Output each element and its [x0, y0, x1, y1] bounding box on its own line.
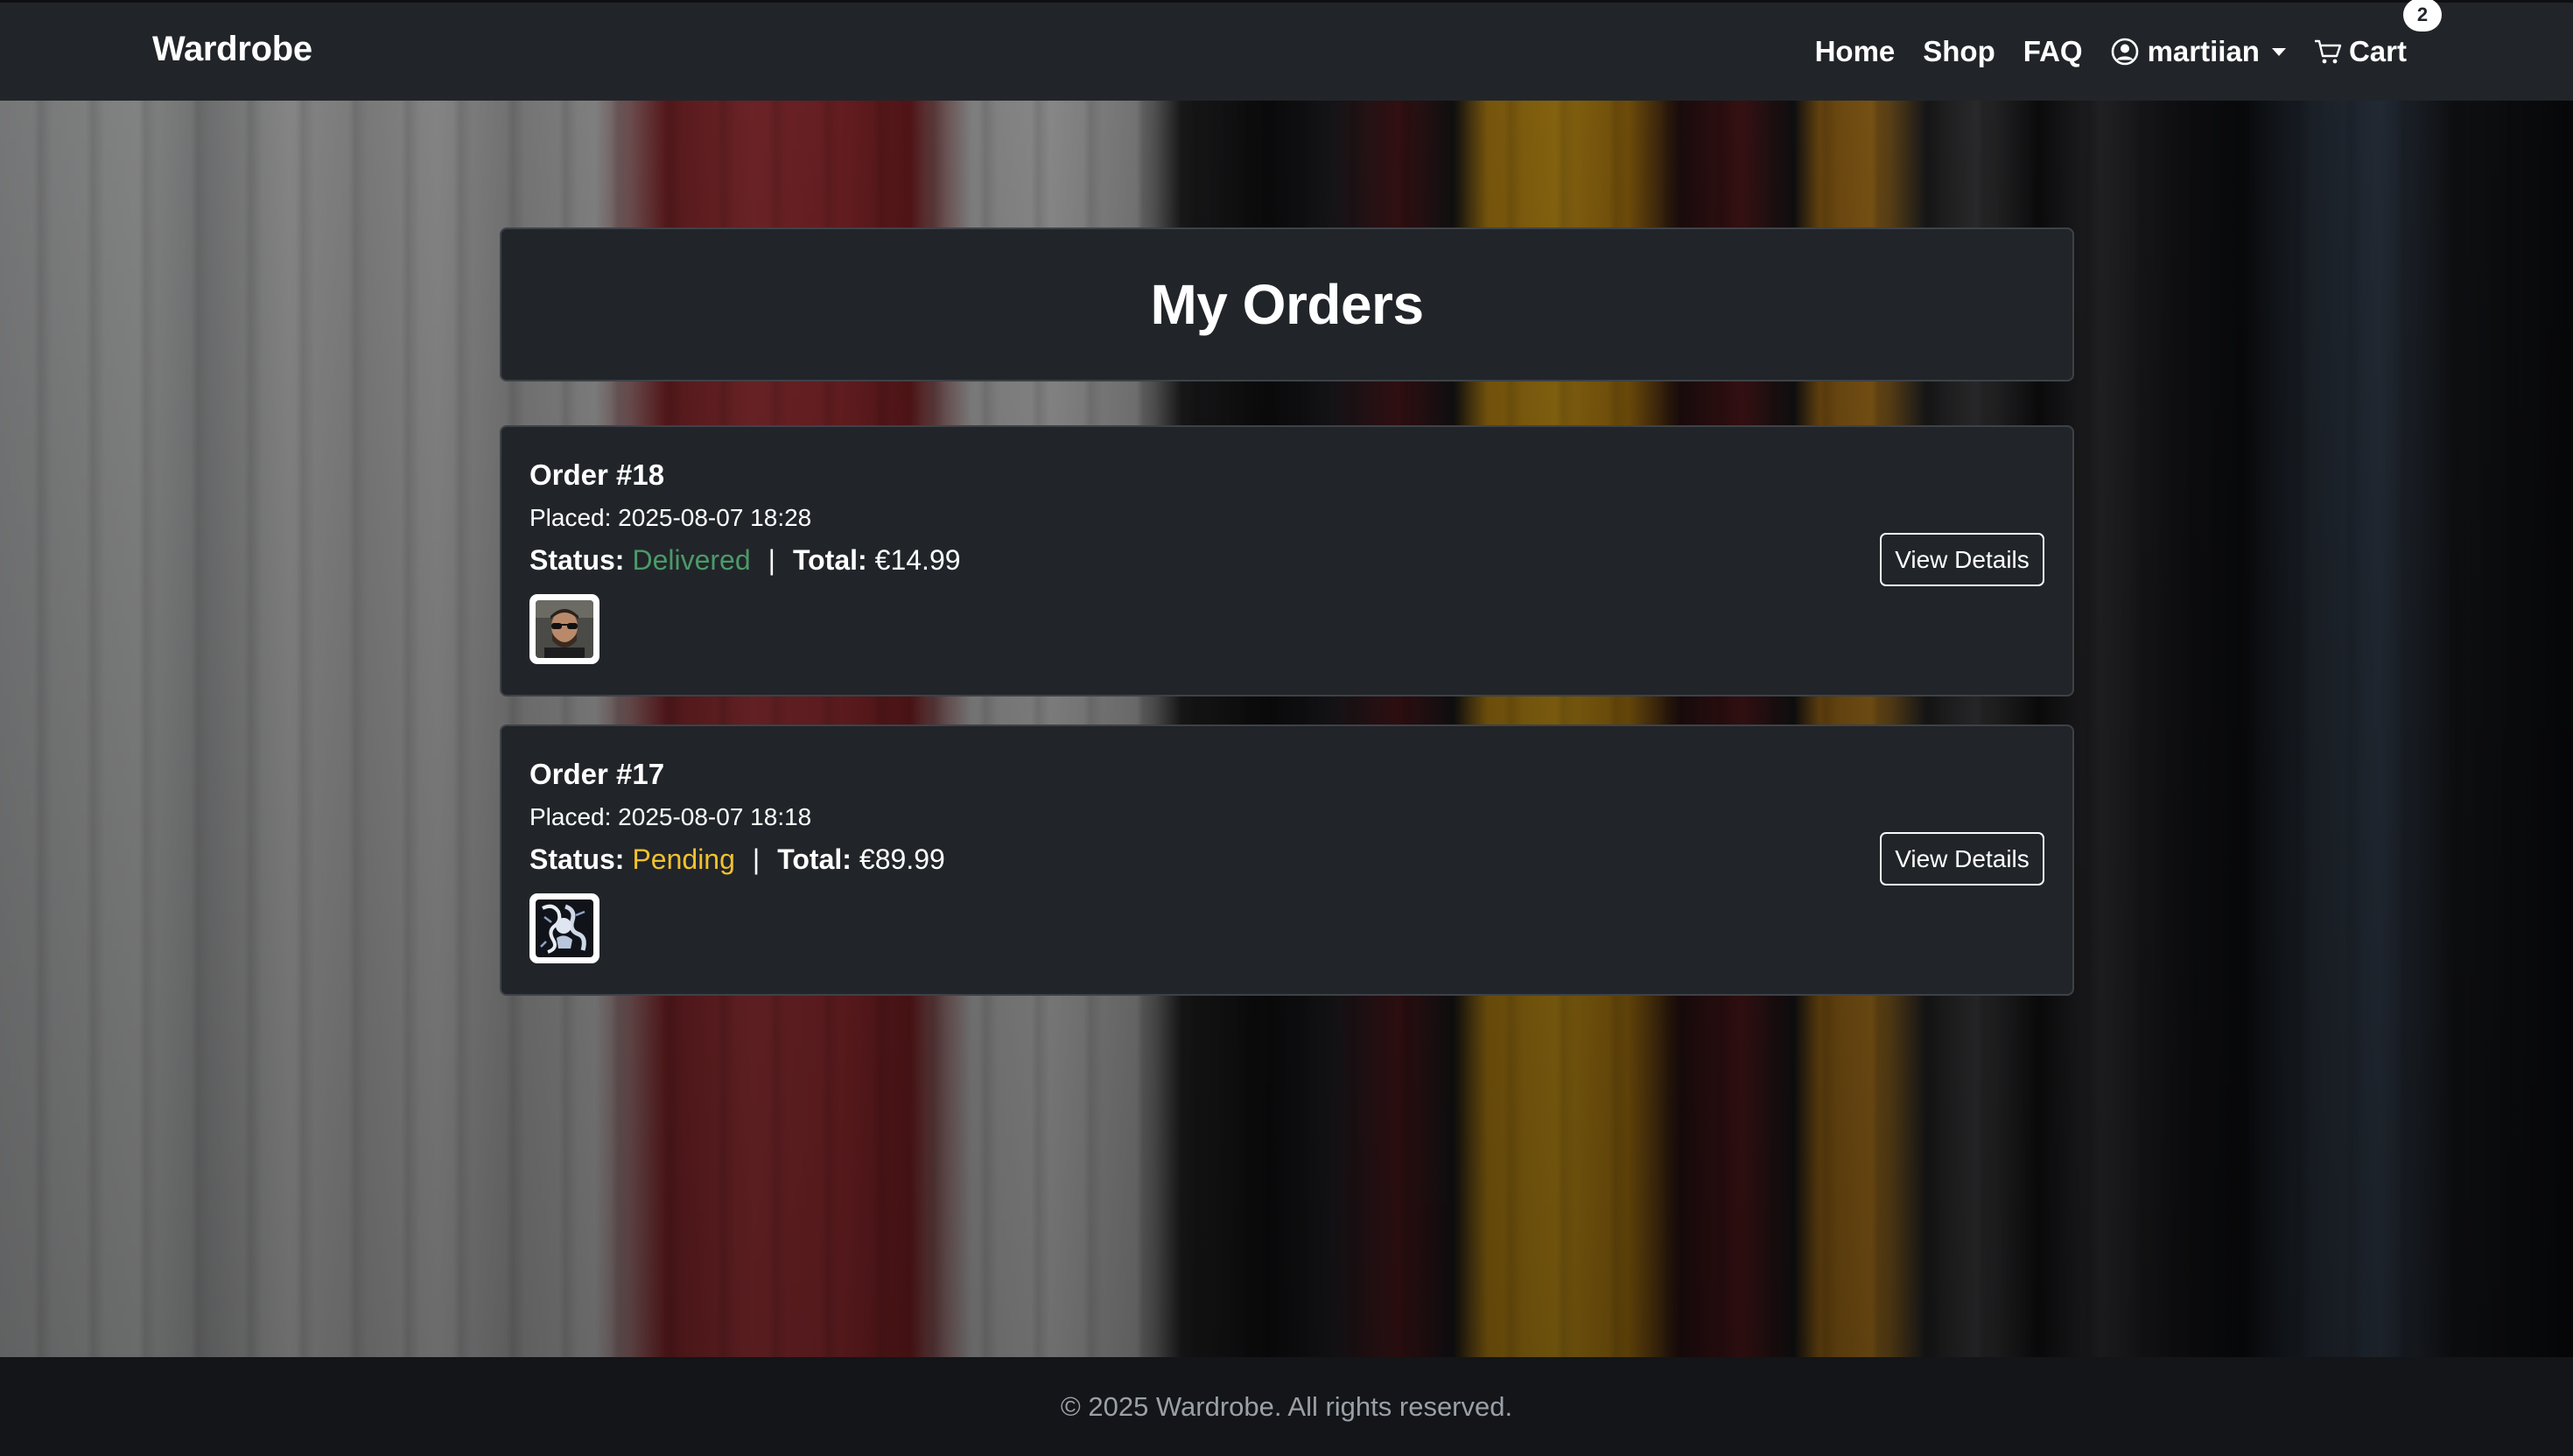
order-title: Order #18	[529, 458, 665, 491]
order-placed-date: Placed: 2025-08-07 18:28	[529, 504, 812, 531]
order-meta: Status: Pending | Total: €89.99	[529, 844, 2044, 876]
order-total: €89.99	[859, 844, 945, 875]
navbar: Wardrobe Home Shop FAQ martiian Cart 2	[0, 0, 2573, 101]
order-status: Delivered	[632, 544, 751, 576]
nav-cart-link[interactable]: Cart 2	[2314, 0, 2442, 68]
view-details-button[interactable]: View Details	[1880, 533, 2044, 586]
page-title-card: My Orders	[500, 228, 2074, 382]
cart-label: Cart	[2348, 35, 2407, 67]
nav-shop-link[interactable]: Shop	[1923, 35, 1995, 68]
view-details-button[interactable]: View Details	[1880, 832, 2044, 886]
meta-separator: |	[752, 844, 761, 875]
order-card: Order #17 Placed: 2025-08-07 18:18 Statu…	[500, 724, 2074, 996]
user-name: martiian	[2147, 35, 2260, 67]
status-label: Status:	[529, 844, 625, 875]
footer-copyright: © 2025 Wardrobe. All rights reserved.	[1060, 1390, 1513, 1422]
order-status: Pending	[632, 844, 735, 875]
order-placed-date: Placed: 2025-08-07 18:18	[529, 803, 812, 830]
caret-down-icon	[2271, 47, 2286, 56]
total-label: Total:	[792, 544, 867, 576]
product-image-man-sunglasses	[536, 600, 593, 658]
orders-container: My Orders Order #18 Placed: 2025-08-07 1…	[500, 228, 2074, 996]
footer: © 2025 Wardrobe. All rights reserved.	[0, 1357, 2573, 1456]
total-label: Total:	[777, 844, 852, 875]
order-total: €14.99	[874, 544, 961, 576]
product-image-graphic-print	[536, 900, 593, 957]
status-label: Status:	[529, 544, 625, 576]
page-title: My Orders	[1150, 273, 1424, 336]
order-meta: Status: Delivered | Total: €14.99	[529, 544, 2044, 577]
order-item-thumbnail[interactable]	[529, 594, 599, 664]
user-dropdown-toggle[interactable]: martiian	[2111, 35, 2286, 68]
person-circle-icon	[2111, 38, 2139, 66]
nav-faq-link[interactable]: FAQ	[2023, 35, 2083, 68]
order-item-thumbnail[interactable]	[529, 893, 599, 963]
order-card: Order #18 Placed: 2025-08-07 18:28 Statu…	[500, 425, 2074, 696]
cart-count-badge: 2	[2403, 0, 2442, 32]
order-title: Order #17	[529, 758, 665, 790]
meta-separator: |	[768, 544, 775, 576]
brand-logo[interactable]: Wardrobe	[152, 30, 312, 69]
cart-icon	[2314, 38, 2342, 65]
nav-links: Home Shop FAQ martiian Cart 2	[1787, 0, 2442, 101]
nav-home-link[interactable]: Home	[1815, 35, 1896, 68]
